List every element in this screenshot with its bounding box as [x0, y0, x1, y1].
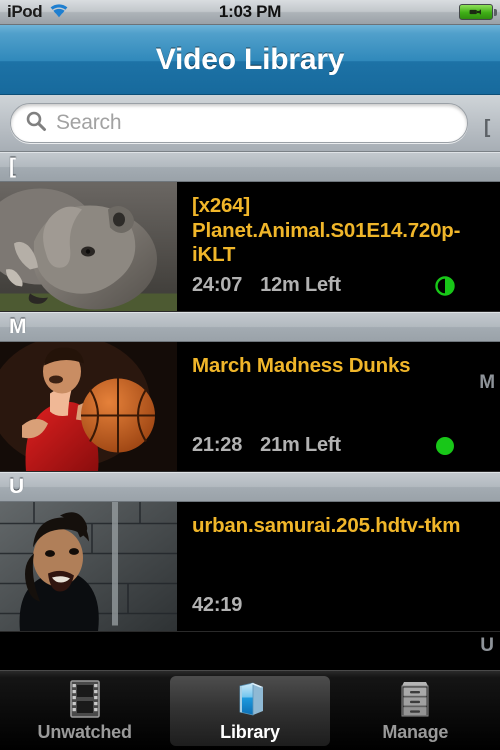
search-input[interactable]: Search: [10, 103, 468, 143]
row-body: urban.samurai.205.hdtv-tkm 42:19: [177, 502, 500, 631]
search-bar: Search: [0, 95, 500, 152]
table-row[interactable]: urban.samurai.205.hdtv-tkm 42:19: [0, 502, 500, 632]
section-header: [: [0, 152, 500, 182]
section-header: M: [0, 312, 500, 342]
battery-charging-icon: [459, 4, 497, 20]
duration-label: 24:07: [192, 274, 243, 296]
video-title: March Madness Dunks: [192, 354, 411, 377]
remaining-label: 21m Left: [260, 434, 341, 456]
basketball-player-thumbnail: [0, 342, 177, 471]
row-body: [x264] Planet.Animal.S01E14.720p-iKLT 24…: [177, 182, 500, 311]
index-letter[interactable]: [: [484, 117, 490, 139]
section-header: U: [0, 472, 500, 502]
section-header-label: U: [9, 475, 25, 498]
table-row[interactable]: March Madness Dunks 21:28 21m Left: [0, 342, 500, 472]
book-icon: [233, 679, 267, 719]
video-meta: 21:28 21m Left: [192, 434, 486, 463]
film-strip-icon: [68, 679, 102, 719]
video-meta: 24:07 12m Left: [192, 274, 486, 303]
section-header-label: M: [9, 315, 27, 338]
video-meta: 42:19: [192, 594, 486, 623]
page-title: Video Library: [155, 42, 345, 76]
tab-bar: Unwatched Library Manage: [0, 670, 500, 750]
tab-manage[interactable]: Manage: [336, 676, 495, 746]
search-placeholder: Search: [56, 111, 122, 134]
video-title: [x264] Planet.Animal.S01E14.720p-iKLT: [192, 194, 461, 267]
index-letter[interactable]: M: [479, 372, 495, 394]
file-cabinet-icon: [398, 679, 432, 719]
video-title: urban.samurai.205.hdtv-tkm: [192, 514, 461, 537]
video-list[interactable]: [[x264] Planet.Animal.S01E14.720p-iKLT …: [0, 152, 500, 670]
index-letter[interactable]: U: [480, 635, 494, 657]
duration-label: 21:28: [192, 434, 243, 456]
row-body: March Madness Dunks 21:28 21m Left: [177, 342, 500, 471]
tab-label: Library: [220, 722, 280, 742]
status-badge: [434, 275, 456, 297]
rhinoceros-thumbnail: [0, 182, 177, 311]
samurai-man-thumbnail: [0, 502, 177, 631]
search-icon: [25, 110, 47, 137]
tab-unwatched[interactable]: Unwatched: [5, 676, 164, 746]
duration-label: 42:19: [192, 594, 243, 616]
clock-label: 1:03 PM: [218, 2, 282, 21]
status-bar: iPod 1:03 PM: [0, 0, 500, 25]
section-header-label: [: [9, 155, 16, 178]
tab-label: Unwatched: [37, 722, 132, 742]
tab-label: Manage: [382, 722, 449, 742]
remaining-label: 12m Left: [260, 274, 341, 296]
app-window: iPod 1:03 PM Video Library Search [[x26…: [0, 0, 500, 750]
navigation-bar: Video Library: [0, 25, 500, 95]
section-index-bar[interactable]: [ M U: [474, 95, 500, 670]
tab-library[interactable]: Library: [170, 676, 330, 746]
status-badge: [434, 435, 456, 457]
table-row[interactable]: [x264] Planet.Animal.S01E14.720p-iKLT 24…: [0, 182, 500, 312]
